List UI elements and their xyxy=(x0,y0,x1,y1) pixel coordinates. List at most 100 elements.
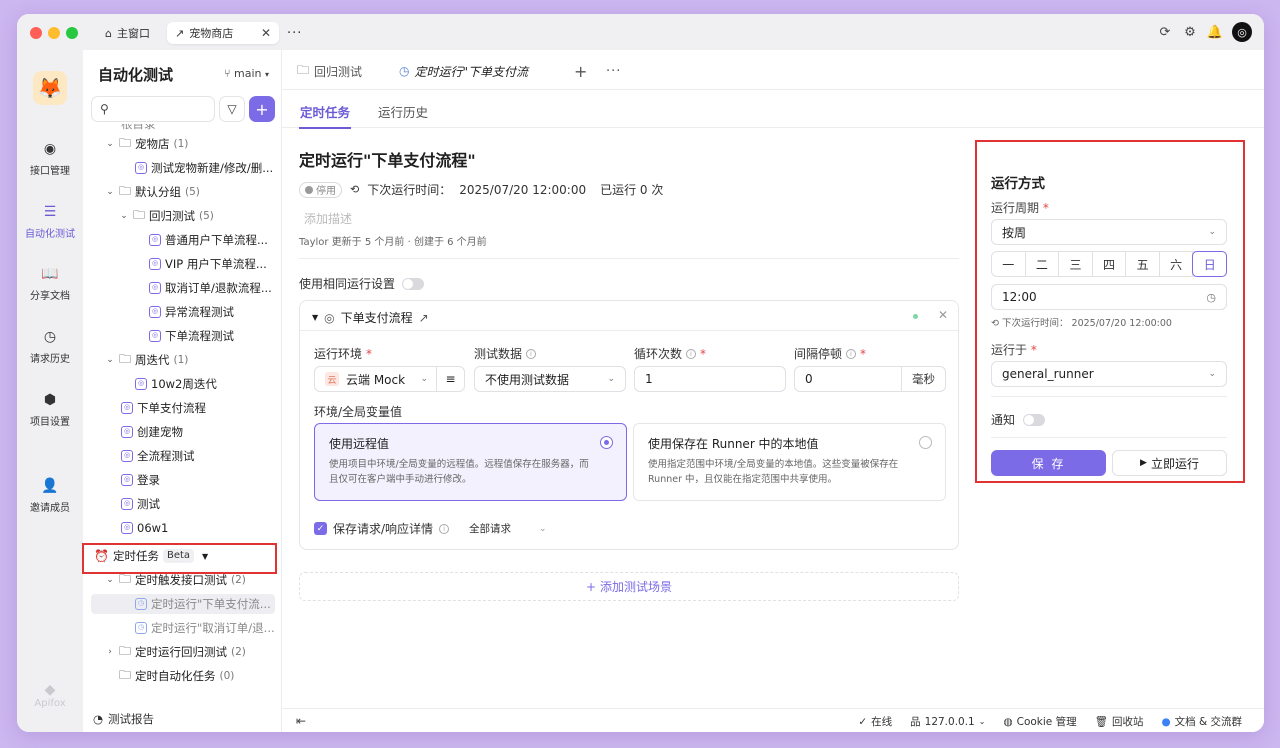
tree-test-case[interactable]: ◎ 取消订单/退款流程... xyxy=(149,278,272,298)
env-select[interactable]: 云 云端 Mock ⌄ ≡ xyxy=(314,366,465,392)
bell-icon[interactable]: 🔔 xyxy=(1207,24,1223,40)
fox-logo-icon[interactable]: 🦊 xyxy=(33,71,67,105)
tree-test-case[interactable]: ◎ 测试 xyxy=(121,494,160,514)
rail-item-request-history[interactable]: ◷ 请求历史 xyxy=(17,328,83,365)
vars-label: 环境/全局变量值 xyxy=(314,405,403,419)
tree-test-case[interactable]: ◎ 下单支付流程 xyxy=(121,398,206,418)
caret-down-icon[interactable]: ▼ xyxy=(312,313,318,322)
tab-scheduled-run[interactable]: ◷ 定时运行"下单支付流 xyxy=(388,49,543,90)
option-remote-value[interactable]: 使用远程值 使用项目中环境/全局变量的远程值。远程值保存在服务器，而且仅可在客户… xyxy=(314,423,627,501)
env-manage-button[interactable]: ≡ xyxy=(436,367,464,391)
tree-folder[interactable]: ⌄ 🗀 回归测试 (5) xyxy=(119,206,214,226)
tree-test-case[interactable]: ◎ 创建宠物 xyxy=(121,422,183,442)
external-link-icon: ↗ xyxy=(175,26,185,40)
window-tab-main[interactable]: ⌂ 主窗口 xyxy=(97,22,158,44)
branch-selector[interactable]: ⑂ main ▾ xyxy=(224,67,269,80)
description-input[interactable]: 添加描述 xyxy=(304,210,352,227)
rail-item-invite-members[interactable]: 👤 邀请成员 xyxy=(17,477,83,514)
loop-label: 循环次数 xyxy=(634,347,683,361)
filter-button[interactable]: ▽ xyxy=(219,96,245,122)
same-setting-toggle[interactable] xyxy=(402,277,425,290)
more-tabs-button[interactable]: ··· xyxy=(279,22,305,44)
new-tab-button[interactable]: + xyxy=(574,60,587,82)
option-local-value[interactable]: 使用保存在 Runner 中的本地值 使用指定范围中环境/全局变量的本地值。这些… xyxy=(633,423,946,501)
subtab-run-history[interactable]: 运行历史 xyxy=(378,102,428,121)
add-button[interactable]: + xyxy=(249,96,275,122)
window-tab-pet-shop[interactable]: ↗ 宠物商店 ✕ xyxy=(167,22,279,44)
folder-icon: 🗀 xyxy=(119,643,132,658)
editor-tabs: 🗀 回归测试 ◷ 定时运行"下单支付流 + ··· xyxy=(282,49,1264,90)
cookie-manager-button[interactable]: ◍ Cookie 管理 xyxy=(1003,714,1076,729)
search-input[interactable]: ⚲ xyxy=(91,96,215,122)
more-options-button[interactable]: ··· xyxy=(606,60,621,82)
collapse-sidebar-icon[interactable]: ⇤ xyxy=(296,714,306,728)
tree-test-case[interactable]: ◎ 测试宠物新建/修改/删... xyxy=(135,158,273,178)
recycle-bin-button[interactable]: 🗑 回收站 xyxy=(1095,714,1144,729)
maximize-window-button[interactable] xyxy=(66,27,78,39)
tree-item-label: 创建宠物 xyxy=(137,425,183,439)
tab-regression-test[interactable]: 🗀 回归测试 xyxy=(297,60,362,82)
docs-community-button[interactable]: ● 文档 & 交流群 xyxy=(1161,714,1242,729)
tree-scheduled-task-selected[interactable]: ◷ 定时运行"下单支付流... xyxy=(91,594,275,614)
tree-test-case[interactable]: ◎ 下单流程测试 xyxy=(149,326,234,346)
external-link-icon[interactable]: ↗ xyxy=(419,311,429,325)
test-case-icon: ◎ xyxy=(149,306,161,318)
tree-test-case[interactable]: ◎ 普通用户下单流程... xyxy=(149,230,268,250)
test-case-icon: ◎ xyxy=(149,234,161,246)
tree-test-case[interactable]: ◎ 全流程测试 xyxy=(121,446,195,466)
add-scene-button[interactable]: + 添加测试场景 xyxy=(299,572,959,601)
tree-folder[interactable]: ⌄ 🗀 宠物店 (1) xyxy=(105,134,188,154)
close-window-button[interactable] xyxy=(30,27,42,39)
tree-item[interactable]: 根目录 xyxy=(121,124,156,134)
close-tab-icon[interactable]: ✕ xyxy=(261,26,271,40)
tree-test-case[interactable]: ◎ 异常流程测试 xyxy=(149,302,234,322)
tree-test-case[interactable]: ◎ 10w2周迭代 xyxy=(135,374,217,394)
tree-folder[interactable]: ⌄ 🗀 默认分组 (5) xyxy=(105,182,200,202)
chevron-down-icon: ⌄ xyxy=(106,355,114,365)
online-status[interactable]: ✓ 在线 xyxy=(858,714,892,729)
rail-item-project-settings[interactable]: ⬢ 项目设置 xyxy=(17,391,83,428)
save-scope-select[interactable]: 全部请求 xyxy=(469,521,511,536)
tree-item-label: 定时运行"下单支付流... xyxy=(151,597,271,611)
enable-toggle[interactable]: 停用 xyxy=(299,181,342,198)
loop-count-input[interactable]: 1 xyxy=(634,366,786,392)
tree-folder[interactable]: › 🗀 定时运行回归测试 (2) xyxy=(105,642,246,662)
test-data-select[interactable]: 不使用测试数据 ⌄ xyxy=(474,366,626,392)
tree-folder[interactable]: ⌄ 🗀 周迭代 (1) xyxy=(105,350,188,370)
folder-icon: 🗀 xyxy=(119,135,132,150)
plus-icon: + xyxy=(574,61,588,81)
radio-unselected[interactable] xyxy=(919,436,932,449)
rail-item-api-management[interactable]: ◉ 接口管理 xyxy=(17,140,83,177)
test-case-icon: ◎ xyxy=(149,330,161,342)
tree-test-case[interactable]: ◎ 登录 xyxy=(121,470,160,490)
tree-test-case[interactable]: ◎ 06w1 xyxy=(121,518,168,538)
radio-selected[interactable] xyxy=(600,436,613,449)
tree-item-label: 定时触发接口测试 xyxy=(135,573,228,587)
api-icon: ◉ xyxy=(43,141,57,157)
scenario-name: 下单支付流程 xyxy=(340,311,413,325)
rail-item-automation-test[interactable]: ☰ 自动化测试 xyxy=(17,203,83,240)
openai-avatar-icon[interactable]: ◎ xyxy=(1232,22,1252,42)
test-data-value: 不使用测试数据 xyxy=(485,372,570,387)
proxy-selector[interactable]: 品 127.0.0.1 ⌄ xyxy=(910,714,985,729)
proxy-label: 127.0.0.1 xyxy=(924,715,975,728)
info-icon: i xyxy=(439,523,450,534)
tree-scheduled-task[interactable]: ◷ 定时运行"取消订单/退... xyxy=(135,618,275,638)
test-report-link[interactable]: ◔ 测试报告 xyxy=(93,711,154,727)
save-details-checkbox[interactable]: ✓ xyxy=(314,522,327,535)
chevron-down-icon: ▾ xyxy=(264,70,269,79)
subtab-scheduled-task[interactable]: 定时任务 xyxy=(300,102,350,121)
close-icon[interactable]: ✕ xyxy=(938,308,948,322)
tree-folder[interactable]: 🗀 定时自动化任务 (0) xyxy=(119,666,234,686)
recycle-label: 回收站 xyxy=(1111,716,1144,728)
tree-item-count: (5) xyxy=(185,186,200,198)
rail-item-share-docs[interactable]: 📖 分享文档 xyxy=(17,265,83,302)
refresh-icon[interactable]: ⟳ xyxy=(1157,24,1173,40)
data-label-row: 测试数据 i xyxy=(474,345,537,362)
chevron-down-icon: ⌄ xyxy=(106,139,114,149)
gear-icon[interactable]: ⚙ xyxy=(1182,24,1198,40)
interval-input[interactable]: 0 毫秒 xyxy=(794,366,946,392)
minimize-window-button[interactable] xyxy=(48,27,60,39)
tree-test-case[interactable]: ◎ VIP 用户下单流程... xyxy=(149,254,267,274)
add-user-icon: 👤 xyxy=(41,478,59,494)
